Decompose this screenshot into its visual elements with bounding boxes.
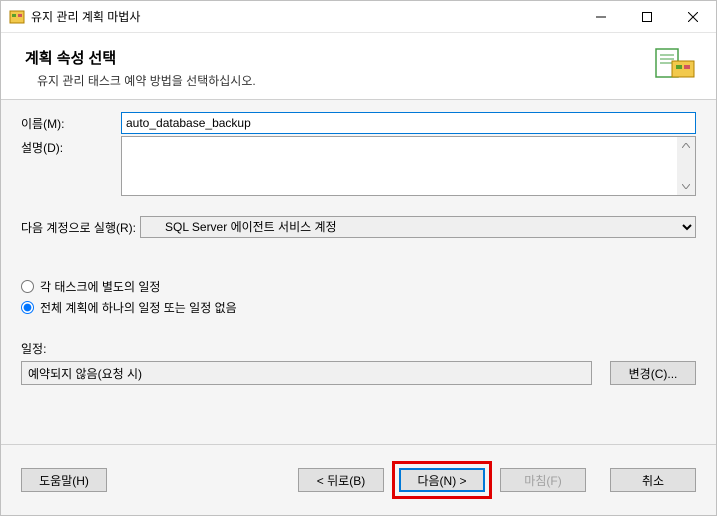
help-button[interactable]: 도움말(H) bbox=[21, 468, 107, 492]
radio-single-input[interactable] bbox=[21, 301, 34, 314]
radio-single[interactable]: 전체 계획에 하나의 일정 또는 일정 없음 bbox=[21, 299, 696, 316]
next-button-highlight: 다음(N) > bbox=[392, 461, 492, 499]
change-schedule-button[interactable]: 변경(C)... bbox=[610, 361, 696, 385]
description-label: 설명(D): bbox=[21, 136, 121, 156]
maximize-button[interactable] bbox=[624, 2, 670, 32]
schedule-label: 일정: bbox=[21, 340, 696, 357]
radio-per-task[interactable]: 각 태스크에 별도의 일정 bbox=[21, 278, 696, 295]
wizard-body: 이름(M): 설명(D): 다음 계정으로 실행(R): bbox=[1, 100, 716, 444]
wizard-header-text: 계획 속성 선택 유지 관리 태스크 예약 방법을 선택하십시오. bbox=[25, 47, 256, 89]
footer-buttons: < 뒤로(B) 다음(N) > 마침(F) 취소 bbox=[298, 461, 696, 499]
radio-per-task-input[interactable] bbox=[21, 280, 34, 293]
wizard-footer: 도움말(H) < 뒤로(B) 다음(N) > 마침(F) 취소 bbox=[1, 444, 716, 515]
app-icon bbox=[9, 9, 25, 25]
cancel-button[interactable]: 취소 bbox=[610, 468, 696, 492]
runas-select-wrap: SQL Server 에이전트 서비스 계정 bbox=[140, 216, 696, 238]
schedule-mode-group: 각 태스크에 별도의 일정 전체 계획에 하나의 일정 또는 일정 없음 bbox=[21, 278, 696, 316]
scroll-up-icon[interactable] bbox=[677, 137, 695, 154]
radio-single-label: 전체 계획에 하나의 일정 또는 일정 없음 bbox=[40, 299, 237, 316]
wizard-window: 유지 관리 계획 마법사 계획 속성 선택 유지 관리 태스크 예약 방법을 선… bbox=[0, 0, 717, 516]
schedule-input bbox=[21, 361, 592, 385]
back-button[interactable]: < 뒤로(B) bbox=[298, 468, 384, 492]
window-title: 유지 관리 계획 마법사 bbox=[31, 8, 578, 25]
radio-per-task-label: 각 태스크에 별도의 일정 bbox=[40, 278, 160, 295]
description-input[interactable] bbox=[122, 137, 677, 195]
name-label: 이름(M): bbox=[21, 112, 121, 132]
footer-left: 도움말(H) bbox=[21, 468, 107, 492]
page-subtitle: 유지 관리 태스크 예약 방법을 선택하십시오. bbox=[37, 72, 256, 89]
window-controls bbox=[578, 2, 716, 32]
wizard-icon bbox=[650, 47, 698, 87]
next-button[interactable]: 다음(N) > bbox=[399, 468, 485, 492]
name-input[interactable] bbox=[121, 112, 696, 134]
close-button[interactable] bbox=[670, 2, 716, 32]
runas-label: 다음 계정으로 실행(R): bbox=[21, 219, 136, 236]
runas-row: 다음 계정으로 실행(R): SQL Server 에이전트 서비스 계정 bbox=[21, 216, 696, 238]
name-row: 이름(M): bbox=[21, 112, 696, 134]
schedule-row: 변경(C)... bbox=[21, 361, 696, 385]
finish-button: 마침(F) bbox=[500, 468, 586, 492]
description-row: 설명(D): bbox=[21, 136, 696, 196]
description-scrollbar[interactable] bbox=[677, 137, 695, 195]
wizard-header: 계획 속성 선택 유지 관리 태스크 예약 방법을 선택하십시오. bbox=[1, 33, 716, 100]
minimize-button[interactable] bbox=[578, 2, 624, 32]
runas-select[interactable]: SQL Server 에이전트 서비스 계정 bbox=[140, 216, 696, 238]
scroll-down-icon[interactable] bbox=[677, 178, 695, 195]
page-title: 계획 속성 선택 bbox=[25, 47, 256, 68]
description-wrap bbox=[121, 136, 696, 196]
titlebar: 유지 관리 계획 마법사 bbox=[1, 1, 716, 33]
schedule-section: 일정: 변경(C)... bbox=[21, 340, 696, 385]
